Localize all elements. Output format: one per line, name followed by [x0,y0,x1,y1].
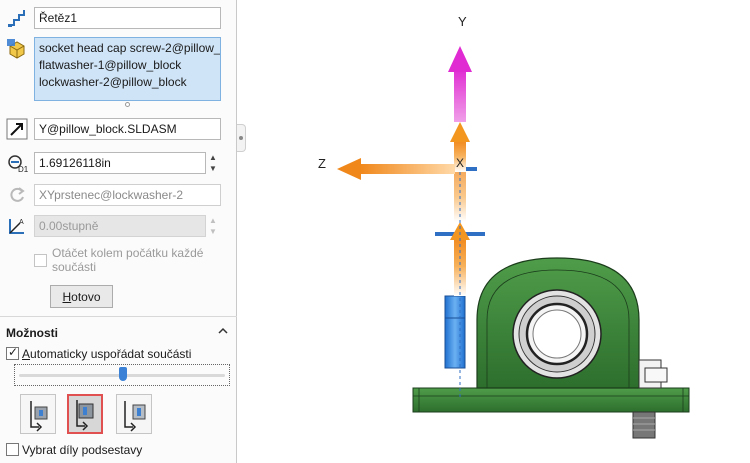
distance-field[interactable]: 1.69126118in [34,152,206,174]
auto-arrange-checkbox[interactable] [6,345,19,360]
graphics-viewport[interactable]: Y Z X [247,0,750,463]
spin-down-icon: ▼ [209,227,217,236]
list-item[interactable]: socket head cap screw-2@pillow_b [39,40,220,57]
slider-thumb[interactable] [119,367,127,381]
select-subassembly-checkbox[interactable] [6,443,19,456]
chevron-up-icon[interactable] [217,325,229,337]
direction-field[interactable]: Y@pillow_block.SLDASM [34,118,221,140]
align-to-path-button[interactable] [20,394,56,434]
svg-text:A: A [19,219,24,226]
spin-down-icon[interactable]: ▼ [205,163,221,174]
list-item[interactable]: flatwasher-1@pillow_block [39,57,216,74]
auto-arrange-label: Automaticky uspořádat součásti [22,347,192,361]
panel-collapse-handle[interactable] [237,124,246,152]
spacing-slider[interactable] [14,364,230,386]
pillow-block-housing[interactable] [476,257,640,389]
rotate-icon [6,184,28,206]
spin-up-icon: ▲ [209,216,217,225]
y-axis-label: Y [458,14,467,29]
z-axis-label: Z [318,156,326,171]
rotate-each-label: Otáčet kolem počátku každé součásti [52,246,204,274]
x-axis-label: X [456,156,465,170]
select-subassembly-label: Vybrat díly podsestavy [22,443,143,457]
stack-on-path-button[interactable] [67,394,103,434]
components-listbox[interactable]: socket head cap screw-2@pillow_b flatwas… [34,37,221,101]
rotate-each-checkbox[interactable] [34,254,47,267]
angle-field: 0.00stupně [34,215,206,237]
rotation-reference-field[interactable]: XYprstenec@lockwasher-2 [34,184,221,206]
angle-icon: A [6,215,28,237]
divider [0,316,237,317]
distance-spinner[interactable]: ▲ ▼ [205,152,221,174]
spin-up-icon[interactable]: ▲ [205,152,221,163]
z-axis-arrow[interactable] [337,158,455,180]
chain-name-field[interactable]: Řetěz1 [34,7,221,29]
property-manager-panel: Řetěz1 socket head cap screw-2@pillow_b … [0,0,237,463]
pillow-block-base[interactable] [412,387,690,413]
socket-head-cap-screw[interactable] [444,295,466,369]
done-button[interactable]: Hotovo [50,285,113,308]
chain-icon [6,7,28,29]
angle-spinner: ▲ ▼ [205,215,221,237]
offset-from-path-button[interactable] [116,394,152,434]
distance-icon: D1 [6,152,29,174]
model-scene [337,46,690,439]
component-icon [6,38,28,60]
resize-grip[interactable] [125,102,130,107]
list-item[interactable]: lockwasher-2@pillow_block [39,74,216,91]
options-section-title: Možnosti [6,326,58,340]
svg-text:D1: D1 [18,165,28,174]
direction-icon[interactable] [6,118,28,140]
